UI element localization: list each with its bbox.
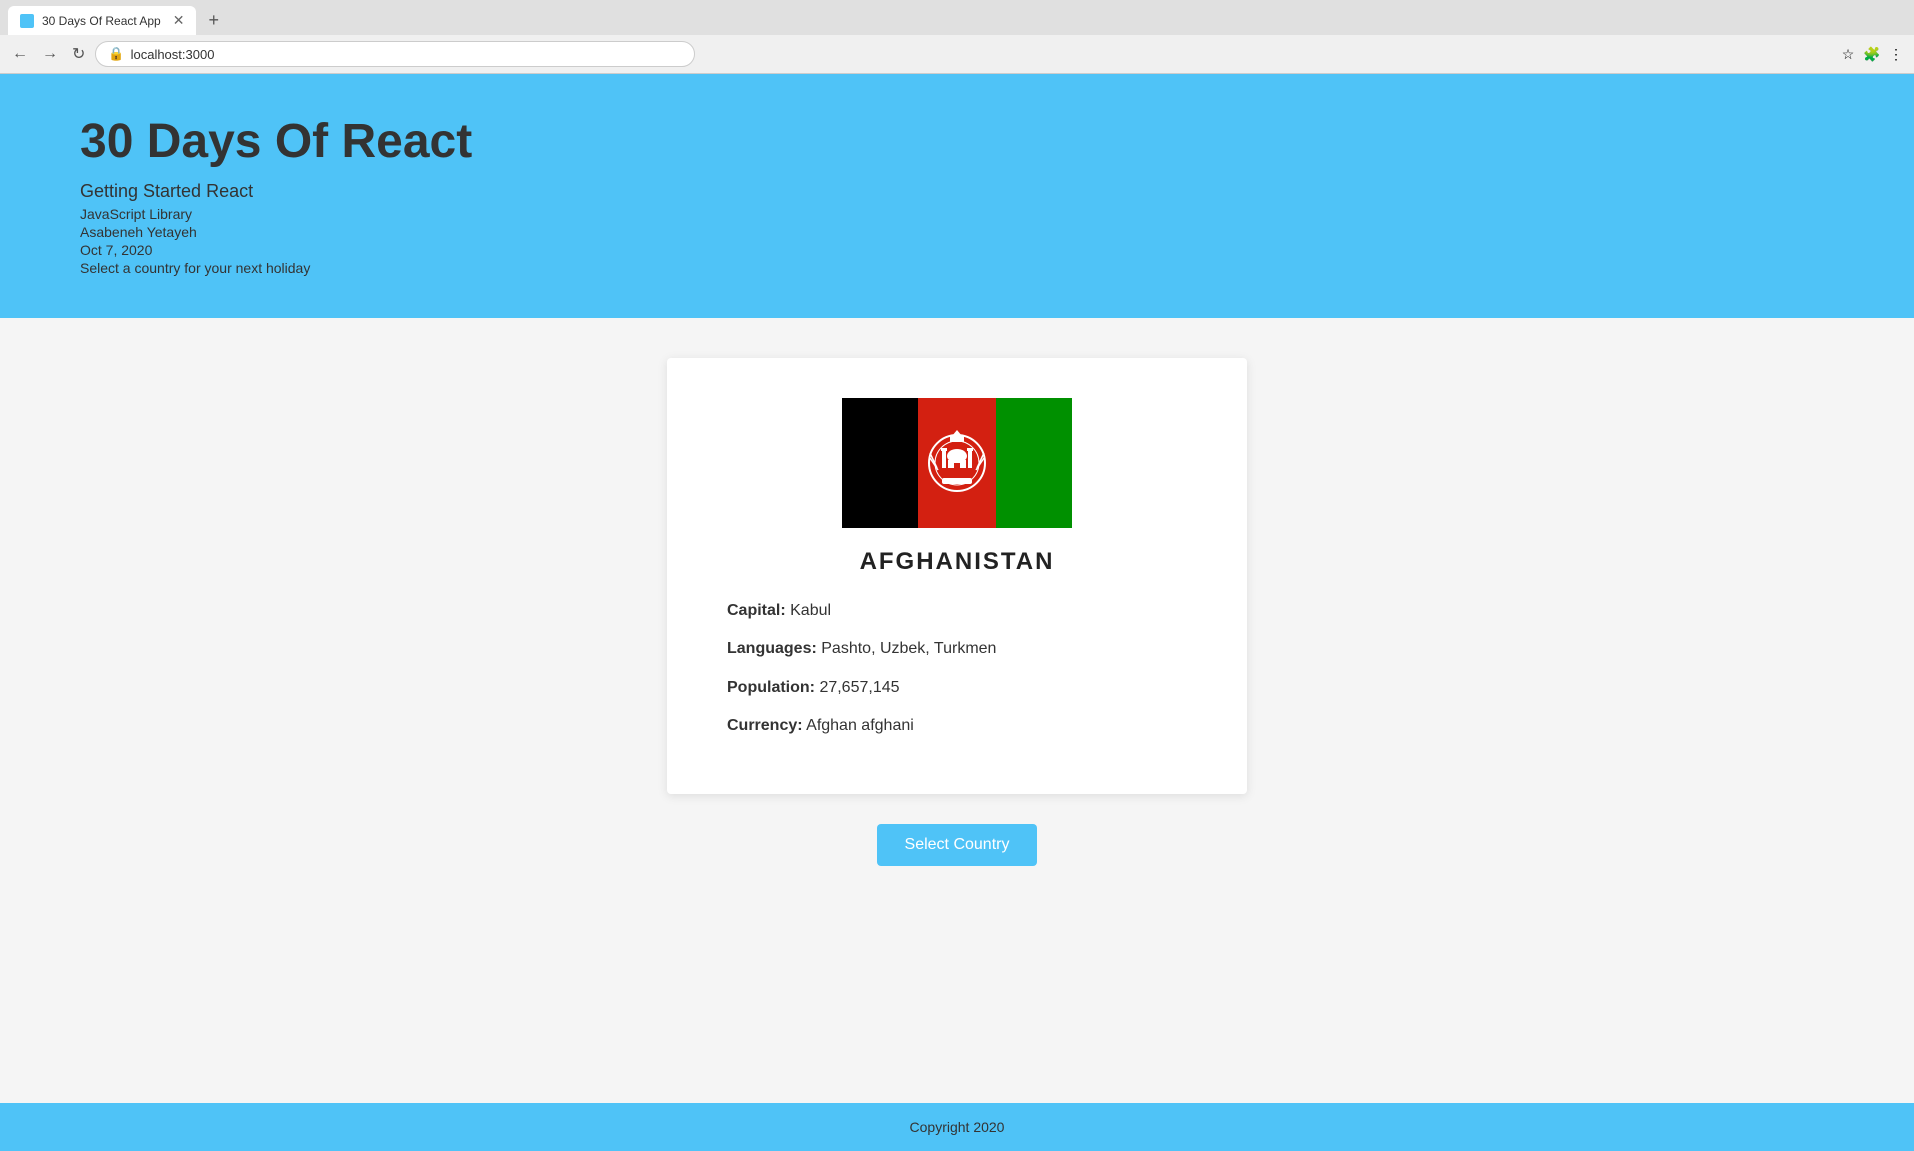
forward-button[interactable]: → [38,43,62,65]
population-row: Population: 27,657,145 [727,677,1207,699]
population-label: Population: [727,679,815,696]
browser-tab[interactable]: 30 Days Of React App ✕ [8,6,196,35]
header-library: JavaScript Library [80,206,1834,222]
address-bar[interactable]: 🔒 localhost:3000 [95,41,695,67]
tab-favicon [20,14,34,28]
refresh-button[interactable]: ↻ [68,42,89,66]
currency-label: Currency: [727,717,803,734]
header-tagline: Select a country for your next holiday [80,260,1834,276]
footer: Copyright 2020 [0,1103,1914,1151]
main-content: AFGHANISTAN Capital: Kabul Languages: Pa… [0,318,1914,1103]
country-card: AFGHANISTAN Capital: Kabul Languages: Pa… [667,358,1247,794]
menu-icon[interactable]: ⋮ [1886,44,1906,64]
back-button[interactable]: ← [8,43,32,65]
address-bar-row: ← → ↻ 🔒 localhost:3000 ☆ 🧩 ⋮ [0,35,1914,73]
currency-row: Currency: Afghan afghani [727,715,1207,737]
header-subtitle: Getting Started React [80,181,1834,202]
page-title: 30 Days Of React [80,114,1834,169]
header-date: Oct 7, 2020 [80,242,1834,258]
header: 30 Days Of React Getting Started React J… [0,74,1914,318]
browser-chrome: 30 Days Of React App ✕ + ← → ↻ 🔒 localho… [0,0,1914,74]
flag-container [842,398,1072,528]
afghanistan-flag [842,398,1072,528]
languages-value: Pashto, Uzbek, Turkmen [821,640,996,657]
address-text: localhost:3000 [131,47,215,62]
lock-icon: 🔒 [108,46,124,62]
country-details: Capital: Kabul Languages: Pashto, Uzbek,… [707,600,1207,754]
population-value: 27,657,145 [819,679,899,696]
header-author: Asabeneh Yetayeh [80,224,1834,240]
currency-value: Afghan afghani [806,717,914,734]
new-tab-button[interactable]: + [200,6,227,35]
capital-value: Kabul [790,602,831,619]
country-name: AFGHANISTAN [860,548,1055,576]
extension-icon[interactable]: 🧩 [1862,44,1882,64]
capital-row: Capital: Kabul [727,600,1207,622]
tab-close-button[interactable]: ✕ [173,12,185,29]
tab-bar: 30 Days Of React App ✕ + [0,0,1914,35]
capital-label: Capital: [727,602,786,619]
toolbar-icons: ☆ 🧩 ⋮ [1838,44,1906,64]
star-icon[interactable]: ☆ [1838,44,1858,64]
languages-label: Languages: [727,640,817,657]
footer-copyright: Copyright 2020 [910,1119,1005,1135]
app: 30 Days Of React Getting Started React J… [0,74,1914,1151]
tab-title: 30 Days Of React App [42,14,161,28]
select-country-button[interactable]: Select Country [877,824,1038,866]
languages-row: Languages: Pashto, Uzbek, Turkmen [727,638,1207,660]
